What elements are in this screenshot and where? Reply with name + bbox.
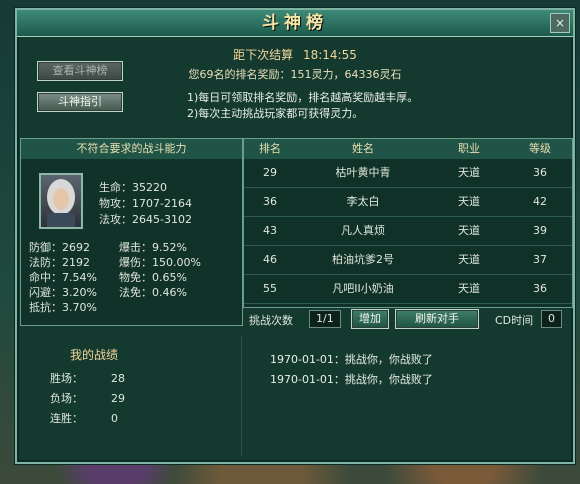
table-row[interactable]: 46 柏油坑爹2号 天道 37: [244, 246, 572, 275]
window-title-bar: 斗神榜 ×: [17, 10, 573, 37]
stat-defense: 防御：2692: [29, 241, 90, 254]
record-wins: 胜场： 28: [50, 372, 125, 385]
battle-log-entry: 1970-01-01：挑战你，你战败了: [270, 353, 433, 366]
record-panel: 我的战绩 胜场： 28 负场： 29 连胜： 0: [20, 338, 241, 458]
divider: [241, 336, 242, 456]
stat-resist: 抵抗：3.70%: [29, 301, 97, 314]
cd-label: CD时间: [495, 314, 534, 327]
cd-value: 0: [541, 310, 562, 328]
table-row[interactable]: 29 枯叶黄中青 天道 36: [244, 159, 572, 188]
refresh-opponents-button[interactable]: 刷新对手: [395, 309, 479, 329]
tips: 1)每日可领取排名奖励，排名越高奖励越丰厚。 2)每次主动挑战玩家都可获得灵力。: [187, 90, 418, 122]
stat-crit-dmg: 爆伤：150.00%: [119, 256, 201, 269]
tip-line: 2)每次主动挑战玩家都可获得灵力。: [187, 107, 364, 120]
close-icon[interactable]: ×: [550, 13, 570, 33]
table-row[interactable]: 43 凡人真烦 天道 39: [244, 217, 572, 246]
col-name: 姓名: [352, 142, 374, 155]
window-title: 斗神榜: [262, 13, 328, 33]
rank-window: 斗神榜 × 查看斗神榜 斗神指引 距下次结算 18:14:55 您69名的排名奖…: [15, 8, 575, 464]
tip-line: 1)每日可领取排名奖励，排名越高奖励越丰厚。: [187, 91, 419, 104]
reward-text: 您69名的排名奖励：151灵力，64336灵石: [188, 68, 402, 81]
col-rank: 排名: [259, 142, 281, 155]
record-losses: 负场： 29: [50, 392, 125, 405]
challenge-label: 挑战次数: [249, 314, 293, 327]
stat-magic-atk: 法攻：2645-3102: [99, 213, 192, 226]
stat-phys-immune: 物免：0.65%: [119, 271, 187, 284]
countdown-time: 18:14:55: [302, 48, 357, 62]
guide-button[interactable]: 斗神指引: [37, 92, 123, 112]
stat-hp: 生命：35220: [99, 181, 167, 194]
table-row[interactable]: 55 凡吧II小奶油 天道 36: [244, 275, 572, 304]
stat-hit: 命中：7.54%: [29, 271, 97, 284]
table-header: 排名 姓名 职业 等级: [244, 139, 572, 159]
stat-phys-atk: 物攻：1707-2164: [99, 197, 192, 210]
avatar: [39, 173, 83, 229]
stat-magic-immune: 法免：0.46%: [119, 286, 187, 299]
stat-crit: 爆击：9.52%: [119, 241, 187, 254]
stat-magic-def: 法防：2192: [29, 256, 90, 269]
table-row[interactable]: 36 李太白 天道 42: [244, 188, 572, 217]
record-streak: 连胜： 0: [50, 412, 118, 425]
ranking-table: 排名 姓名 职业 等级 29 枯叶黄中青 天道 36 36 李太白 天道 42 43 凡人真烦…: [243, 138, 573, 308]
countdown-label: 距下次结算: [233, 48, 294, 62]
stat-dodge: 闪避：3.20%: [29, 286, 97, 299]
add-button[interactable]: 增加: [351, 309, 389, 329]
battle-log-entry: 1970-01-01：挑战你，你战败了: [270, 373, 433, 386]
record-title: 我的战绩: [70, 348, 119, 362]
challenge-bar: 挑战次数 1/1 增加 刷新对手 CD时间 0: [243, 308, 571, 330]
countdown: 距下次结算 18:14:55: [17, 46, 573, 63]
col-level: 等级: [529, 142, 551, 155]
challenge-count: 1/1: [309, 310, 341, 328]
col-class: 职业: [458, 142, 480, 155]
combat-stats-panel: 不符合要求的战斗能力 生命：35220 物攻：1707-2164 法攻：2645…: [20, 138, 243, 326]
combat-stats-header: 不符合要求的战斗能力: [21, 139, 242, 159]
